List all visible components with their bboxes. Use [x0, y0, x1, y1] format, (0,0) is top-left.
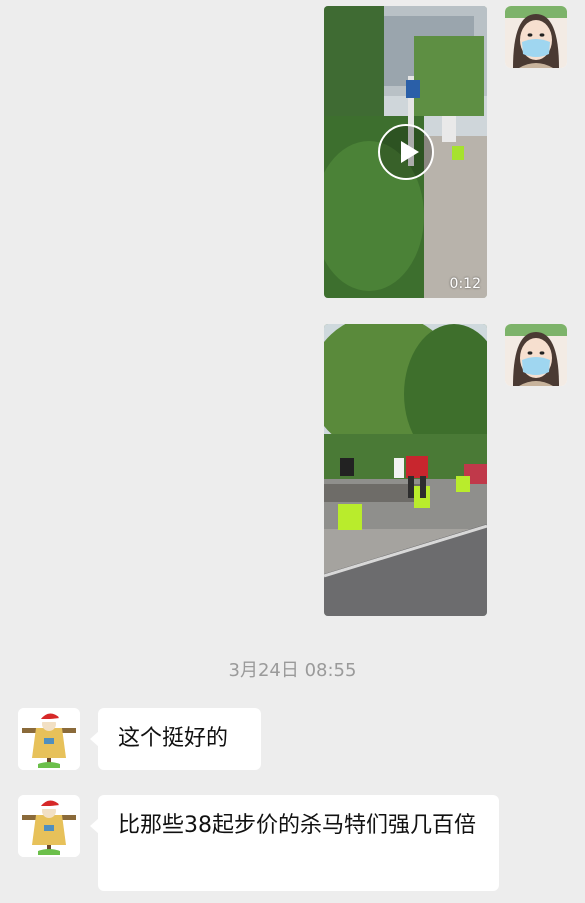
self-avatar[interactable]	[505, 6, 567, 68]
contact-avatar[interactable]	[18, 708, 80, 770]
woman-with-mask-avatar	[505, 324, 567, 386]
incoming-message-bubble[interactable]: 这个挺好的	[90, 708, 261, 770]
self-avatar[interactable]	[505, 324, 567, 386]
video-duration: 0:12	[449, 276, 481, 292]
incoming-message-bubble[interactable]: 比那些38起步价的杀马特们强几百倍	[90, 795, 499, 891]
contact-avatar[interactable]	[18, 795, 80, 857]
woman-with-mask-avatar	[505, 6, 567, 68]
message-text: 比那些38起步价的杀马特们强几百倍	[118, 813, 476, 838]
scarecrow-santa-hat-avatar	[18, 708, 80, 770]
play-icon[interactable]	[377, 124, 434, 180]
chat-timestamp: 3月24日 08:55	[228, 660, 357, 681]
message-text: 这个挺好的	[118, 726, 229, 751]
photo-scene	[324, 324, 487, 616]
scarecrow-santa-hat-avatar	[18, 795, 80, 857]
image-thumbnail[interactable]	[324, 324, 487, 616]
video-thumbnail[interactable]: 0:12	[324, 6, 487, 298]
